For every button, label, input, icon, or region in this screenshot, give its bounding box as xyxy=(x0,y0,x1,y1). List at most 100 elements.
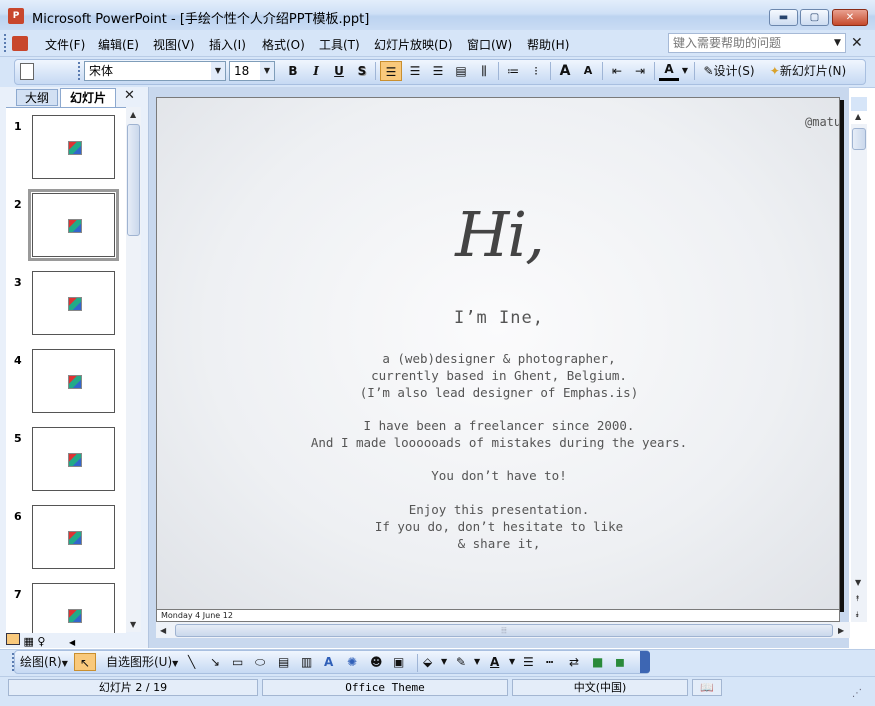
resize-grip-icon[interactable]: ⋰ xyxy=(852,688,862,699)
shadow-style-button[interactable]: ■ xyxy=(592,653,610,671)
slide-thumbnail-7[interactable] xyxy=(32,583,115,633)
align-center-button[interactable]: ☰ xyxy=(405,61,425,81)
close-panel-button[interactable]: ✕ xyxy=(124,88,135,103)
italic-button[interactable]: I xyxy=(307,61,325,81)
arrow-style-button[interactable]: ⇄ xyxy=(569,653,587,671)
maximize-button[interactable]: ▢ xyxy=(800,9,829,26)
vertical-scroll-thumb[interactable] xyxy=(852,128,866,150)
decrease-indent-button[interactable]: ⇤ xyxy=(607,61,627,81)
new-slide-button[interactable]: ✦新幻灯片(N) xyxy=(764,61,852,81)
chevron-down-icon[interactable]: ▼ xyxy=(260,62,274,80)
arrow-tool-button[interactable]: ↘ xyxy=(210,653,224,671)
previous-slide-icon[interactable]: ⯭ xyxy=(855,594,860,604)
slide-sorter-view-icon[interactable]: ▦ xyxy=(24,635,34,648)
help-dropdown-icon[interactable]: ▼ xyxy=(834,38,841,48)
current-slide[interactable]: @matuvu Hi, I’m Ine, a (web)designer & p… xyxy=(156,97,840,610)
slide-thumbnail-3[interactable] xyxy=(32,271,115,335)
columns-button[interactable]: ⫼ xyxy=(474,61,494,81)
vertical-scrollbar[interactable] xyxy=(851,124,867,622)
chevron-down-icon[interactable]: ▼ xyxy=(680,61,690,81)
scroll-right-icon[interactable]: ▶ xyxy=(838,626,844,635)
select-objects-button[interactable]: ↖ xyxy=(74,653,96,671)
bold-button[interactable]: B xyxy=(284,61,302,81)
chevron-down-icon[interactable]: ▼ xyxy=(441,653,451,671)
line-style-button[interactable]: ☰ xyxy=(523,653,541,671)
scroll-up-icon[interactable]: ▲ xyxy=(130,110,136,119)
menu-tools[interactable]: 工具(T) xyxy=(319,36,360,53)
slide-thumbnail-4[interactable] xyxy=(32,349,115,413)
insert-picture-button[interactable]: ▣ xyxy=(393,653,409,671)
new-document-icon[interactable] xyxy=(20,63,34,80)
menu-help[interactable]: 帮助(H) xyxy=(527,36,569,53)
menu-edit[interactable]: 编辑(E) xyxy=(98,36,139,53)
toolbar-grip-handle[interactable] xyxy=(78,62,83,80)
shrink-font-button[interactable]: A xyxy=(578,61,598,81)
grow-font-button[interactable]: A xyxy=(555,61,575,81)
draw-menu-button[interactable]: 绘图(R)▼ xyxy=(20,653,68,671)
close-window-button[interactable]: ✕ xyxy=(832,9,868,26)
bullets-button[interactable]: ⁝ xyxy=(526,61,546,81)
autoshapes-label: 自选图形(U) xyxy=(106,655,173,669)
menu-view[interactable]: 视图(V) xyxy=(153,36,195,53)
drawing-grip-handle[interactable] xyxy=(12,653,17,671)
tab-slides[interactable]: 幻灯片 xyxy=(60,88,116,107)
slide-thumbnail-2[interactable] xyxy=(28,189,119,261)
font-color-button[interactable]: A xyxy=(659,61,679,81)
status-slide-position: 幻灯片 2 / 19 xyxy=(8,679,258,696)
font-size-select[interactable]: 18 ▼ xyxy=(229,61,275,81)
menu-insert[interactable]: 插入(I) xyxy=(209,36,246,53)
line-color-button[interactable]: ✎ xyxy=(456,653,472,671)
chevron-down-icon[interactable]: ▼ xyxy=(474,653,484,671)
scroll-down-icon[interactable]: ▼ xyxy=(130,620,136,629)
chevron-down-icon[interactable]: ▼ xyxy=(509,653,519,671)
slide-thumbnail-6[interactable] xyxy=(32,505,115,569)
slide-thumbnail-5[interactable] xyxy=(32,427,115,491)
scroll-left-icon[interactable]: ◀ xyxy=(69,638,75,647)
thumbnail-scroll-thumb[interactable] xyxy=(127,124,140,236)
powerpoint-app-icon[interactable]: P xyxy=(8,8,24,24)
tab-outline[interactable]: 大纲 xyxy=(16,89,58,106)
horizontal-scroll-thumb[interactable]: ⦙⦙⦙ xyxy=(175,624,833,637)
fill-color-button[interactable]: ⬙ xyxy=(423,653,439,671)
scroll-up-icon[interactable]: ▲ xyxy=(855,112,861,121)
align-right-button[interactable]: ☰ xyxy=(428,61,448,81)
close-document-button[interactable]: ✕ xyxy=(851,35,863,51)
menu-grip-handle[interactable] xyxy=(4,34,9,52)
increase-indent-button[interactable]: ⇥ xyxy=(630,61,650,81)
line-tool-button[interactable]: ╲ xyxy=(188,653,202,671)
menu-format[interactable]: 格式(O) xyxy=(262,36,305,53)
3d-style-button[interactable]: ◼ xyxy=(615,653,633,671)
menu-window[interactable]: 窗口(W) xyxy=(467,36,512,53)
normal-view-icon[interactable] xyxy=(6,633,20,645)
slide-thumbnail-1[interactable] xyxy=(32,115,115,179)
draw-font-color-button[interactable]: A xyxy=(490,653,506,671)
slideshow-view-icon[interactable]: ♀ xyxy=(37,635,45,648)
menu-file[interactable]: 文件(F) xyxy=(45,36,85,53)
dash-style-button[interactable]: ┅ xyxy=(546,653,564,671)
textbox-tool-button[interactable]: ▤ xyxy=(278,653,294,671)
spelling-status-icon[interactable]: 📖 xyxy=(692,679,722,696)
toolbar-options-icon[interactable] xyxy=(640,651,650,673)
scroll-left-icon[interactable]: ◀ xyxy=(160,626,166,635)
wordart-button[interactable]: A xyxy=(324,653,340,671)
autoshapes-menu-button[interactable]: 自选图形(U)▼ xyxy=(106,653,178,671)
vertical-textbox-button[interactable]: ▥ xyxy=(301,653,317,671)
shadow-button[interactable]: S xyxy=(353,61,371,81)
rectangle-tool-button[interactable]: ▭ xyxy=(232,653,248,671)
document-icon[interactable] xyxy=(12,36,28,51)
menu-slideshow[interactable]: 幻灯片放映(D) xyxy=(374,36,453,53)
chevron-down-icon[interactable]: ▼ xyxy=(211,62,225,80)
diagram-button[interactable]: ✺ xyxy=(347,653,363,671)
underline-button[interactable]: U xyxy=(330,61,348,81)
font-name-select[interactable]: 宋体 ▼ xyxy=(84,61,226,81)
oval-tool-button[interactable]: ⬭ xyxy=(255,653,271,671)
align-left-button[interactable]: ☰ xyxy=(380,61,402,81)
justify-button[interactable]: ▤ xyxy=(451,61,471,81)
design-button[interactable]: ✎设计(S) xyxy=(699,61,759,81)
scroll-down-icon[interactable]: ▼ xyxy=(855,578,861,587)
minimize-button[interactable]: ▬ xyxy=(769,9,798,26)
clipart-button[interactable]: ☻ xyxy=(370,653,386,671)
next-slide-icon[interactable]: ⯯ xyxy=(855,610,860,620)
numbering-button[interactable]: ≔ xyxy=(503,61,523,81)
help-search-input[interactable]: 键入需要帮助的问题 xyxy=(668,33,846,53)
